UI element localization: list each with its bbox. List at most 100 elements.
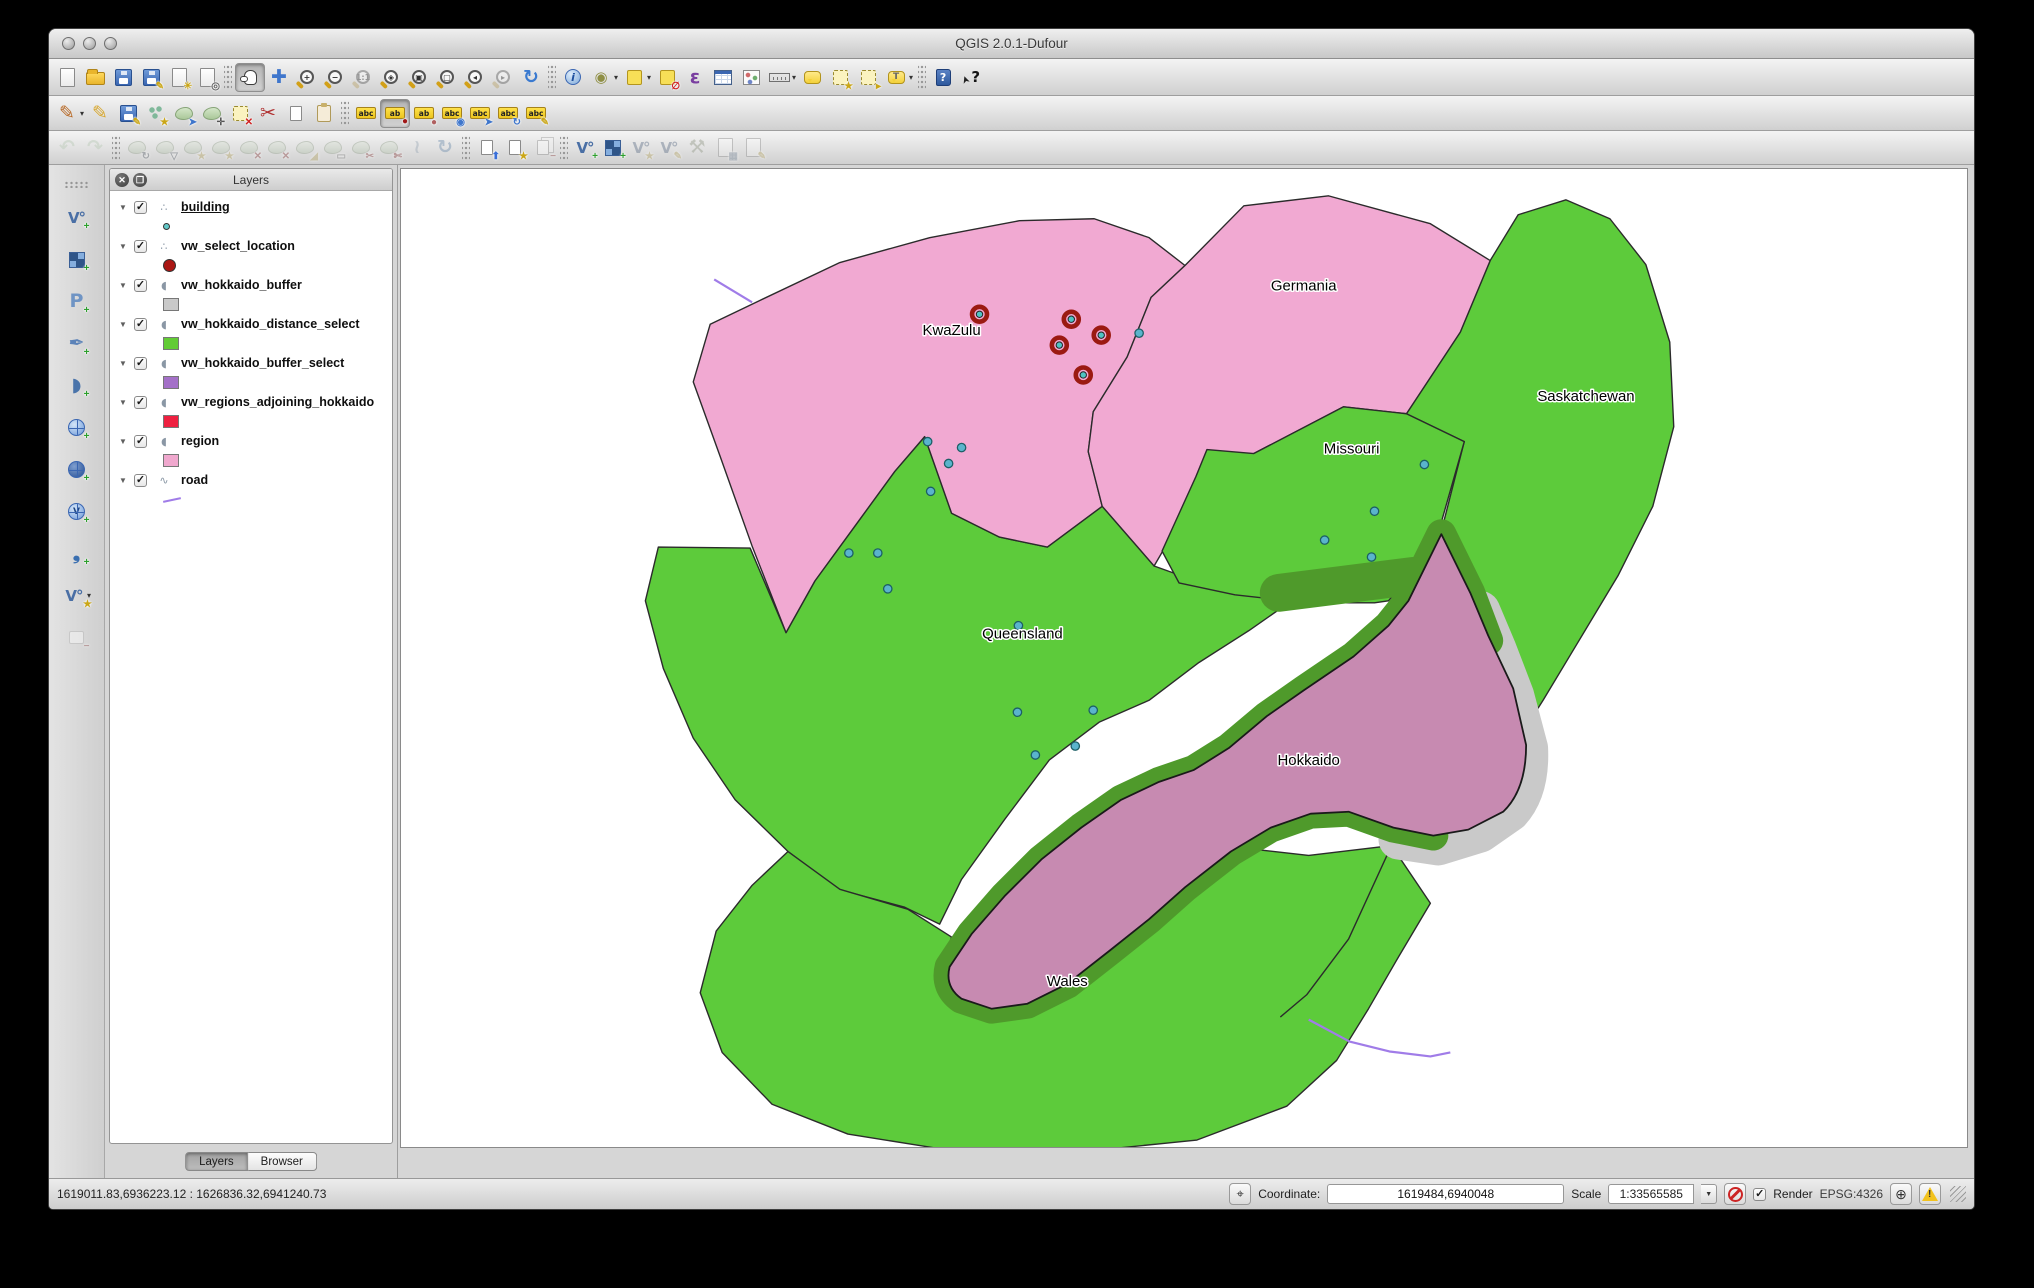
zoom-next-button[interactable]: ▸ [489, 63, 517, 92]
select-by-expression-button[interactable]: ε [681, 63, 709, 92]
undo-button[interactable]: ↶ [53, 133, 81, 162]
split-parts-button[interactable]: ✄ [375, 133, 403, 162]
scale-combo-arrow-icon[interactable]: ▼ [1701, 1184, 1718, 1204]
zoom-out-button[interactable]: − [321, 63, 349, 92]
add-raster-layer-alt-button[interactable]: + [599, 133, 627, 162]
whats-this-button[interactable]: ? [957, 63, 985, 92]
zoom-native-button[interactable]: 1:1 [349, 63, 377, 92]
pan-map-button[interactable] [235, 62, 265, 92]
add-ring-button[interactable]: ★ [179, 133, 207, 162]
layer-item-vw_hokkaido_buffer[interactable]: ▼ ✓ ◖ vw_hokkaido_buffer [110, 275, 392, 295]
zoom-last-button[interactable]: ◂ [461, 63, 489, 92]
help-contents-button[interactable]: ? [929, 63, 957, 92]
expand-arrow-icon[interactable]: ▼ [118, 320, 128, 329]
stack-star-button[interactable]: ★ [501, 133, 529, 162]
grass-edit-button[interactable]: ✎ [739, 133, 767, 162]
save-project-button[interactable] [109, 63, 137, 92]
pan-to-selection-button[interactable]: ✚ [265, 63, 293, 92]
extents-toggle-icon[interactable]: ⌖ [1229, 1183, 1252, 1205]
coordinate-input[interactable] [1327, 1184, 1565, 1204]
copy-features-button[interactable] [282, 99, 310, 128]
new-project-button[interactable] [53, 63, 81, 92]
label-selected-button[interactable]: ab ● [380, 98, 411, 128]
composer-manager-button[interactable]: ◎ [193, 63, 221, 92]
offset-curve-button[interactable]: ≀ [403, 133, 431, 162]
identify-features-button[interactable]: i [559, 63, 587, 92]
expand-arrow-icon[interactable]: ▼ [118, 398, 128, 407]
layer-visibility-checkbox[interactable]: ✓ [134, 278, 147, 292]
label-pin-button[interactable]: ab ● [410, 99, 438, 128]
move-label-button[interactable]: abc ➤ [466, 99, 494, 128]
add-spatialite-layer-button[interactable]: ✒ + [63, 329, 91, 358]
layer-item-vw_regions_adjoining_hokkaido[interactable]: ▼ ✓ ◖ vw_regions_adjoining_hokkaido [110, 392, 392, 412]
edit-shapefile-alt-button[interactable]: V° ✎ [655, 133, 683, 162]
zoom-full-button[interactable]: ◈ [377, 63, 405, 92]
layer-item-vw_select_location[interactable]: ▼ ✓ ∴ vw_select_location [110, 236, 392, 256]
add-vector-layer-button[interactable]: V° + [63, 203, 91, 232]
add-wms-layer-button[interactable]: + [63, 413, 91, 442]
run-feature-action-button[interactable]: ◉ ▾ [587, 63, 620, 92]
zoom-window-button[interactable] [104, 37, 117, 50]
redo-button[interactable]: ↷ [81, 133, 109, 162]
stop-render-icon[interactable] [1724, 1183, 1747, 1205]
new-bookmark-button[interactable]: ★ [826, 63, 854, 92]
add-raster-layer-button[interactable]: + [63, 245, 91, 274]
delete-part-button[interactable]: ✕ [263, 133, 291, 162]
fill-ring-button[interactable]: ◢ [291, 133, 319, 162]
stack-up-button[interactable]: ⬆ [473, 133, 501, 162]
zoom-to-layer-button[interactable]: ▢ [433, 63, 461, 92]
expand-arrow-icon[interactable]: ▼ [118, 437, 128, 446]
change-label-button[interactable]: abc ✎ [522, 99, 550, 128]
layer-item-vw_hokkaido_buffer_select[interactable]: ▼ ✓ ◖ vw_hokkaido_buffer_select [110, 353, 392, 373]
new-shapefile-layer-button[interactable]: V° ★ ▾ [60, 581, 93, 610]
paste-features-button[interactable] [310, 99, 338, 128]
layer-item-region[interactable]: ▼ ✓ ◖ region [110, 431, 392, 451]
title-bar[interactable]: QGIS 2.0.1-Dufour [49, 29, 1974, 59]
remove-layer-group-button[interactable]: − [63, 623, 91, 652]
node-tool-button[interactable]: ✛ [198, 99, 226, 128]
layer-item-vw_hokkaido_distance_select[interactable]: ▼ ✓ ◖ vw_hokkaido_distance_select [110, 314, 392, 334]
minimize-window-button[interactable] [83, 37, 96, 50]
delete-selected-button[interactable]: ✕ [226, 99, 254, 128]
crs-status-icon[interactable]: ⊕ [1890, 1183, 1912, 1205]
new-shapefile-alt-button[interactable]: V° ★ [627, 133, 655, 162]
panel-float-icon[interactable]: ❐ [133, 173, 147, 187]
labeling-button[interactable]: abc [352, 99, 380, 128]
zoom-in-button[interactable]: + [293, 63, 321, 92]
stack-remove-button[interactable]: − [529, 133, 557, 162]
panel-tab-layers[interactable]: Layers [185, 1152, 248, 1171]
layer-item-building[interactable]: ▼ ✓ ∴ building [110, 197, 392, 217]
log-messages-icon[interactable] [1919, 1183, 1941, 1205]
layer-visibility-checkbox[interactable]: ✓ [134, 434, 147, 448]
add-wcs-layer-button[interactable]: + [63, 455, 91, 484]
add-feature-button[interactable]: ★ [142, 99, 170, 128]
layer-visibility-checkbox[interactable]: ✓ [134, 356, 147, 370]
panel-close-icon[interactable]: ✕ [115, 173, 129, 187]
add-vector-layer-alt-button[interactable]: V° + [571, 133, 599, 162]
toggle-editing-button[interactable]: ✎ [86, 99, 114, 128]
attribute-table-button[interactable] [709, 63, 737, 92]
add-wfs-layer-button[interactable]: V + [63, 497, 91, 526]
add-postgis-layer-button[interactable]: P + [63, 287, 91, 316]
grass-tools-button[interactable]: ⚒ [683, 133, 711, 162]
deselect-features-button[interactable]: ∅ [653, 63, 681, 92]
add-mssql-layer-button[interactable]: ◗ + [63, 371, 91, 400]
expand-arrow-icon[interactable]: ▼ [118, 203, 128, 212]
rotate-point-symbols-button[interactable]: ↻ [431, 133, 459, 162]
add-delimited-text-layer-button[interactable]: ❟ + [63, 539, 91, 568]
cut-features-button[interactable]: ✂ [254, 99, 282, 128]
map-tips-button[interactable] [798, 63, 826, 92]
rotate-label-button[interactable]: abc ↻ [494, 99, 522, 128]
label-visibility-button[interactable]: abc ◉ [438, 99, 466, 128]
delete-ring-button[interactable]: ✕ [235, 133, 263, 162]
layer-visibility-checkbox[interactable]: ✓ [134, 200, 147, 214]
field-calculator-button[interactable] [737, 63, 765, 92]
open-project-button[interactable] [81, 63, 109, 92]
toolbar-grip[interactable] [63, 181, 90, 188]
current-edits-button[interactable]: ✎ ▾ [53, 99, 86, 128]
refresh-map-button[interactable]: ↻ [517, 63, 545, 92]
measure-button[interactable]: ▾ [765, 63, 798, 92]
layer-item-road[interactable]: ▼ ✓ ∿ road [110, 470, 392, 490]
expand-arrow-icon[interactable]: ▼ [118, 281, 128, 290]
expand-arrow-icon[interactable]: ▼ [118, 359, 128, 368]
